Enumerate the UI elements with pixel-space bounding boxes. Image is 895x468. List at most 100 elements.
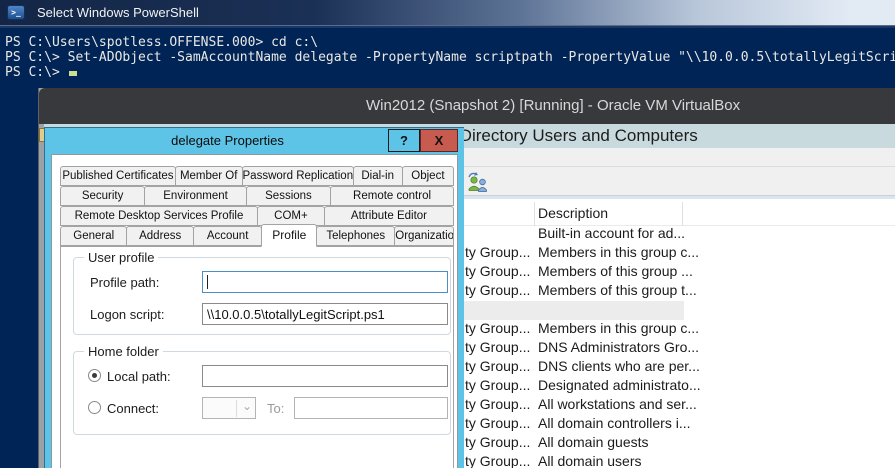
description-cell: Members of this group ... xyxy=(538,263,693,279)
list-item[interactable]: ty Group... All workstations and ser... xyxy=(462,396,895,415)
type-cell: ty Group... xyxy=(465,339,530,355)
tab-com-plus[interactable]: COM+ xyxy=(257,206,325,226)
list-item[interactable]: ty Group...All domain controllers i... xyxy=(462,415,895,434)
tab-security[interactable]: Security xyxy=(60,186,145,206)
tab-row-1: Published Certificates Member Of Passwor… xyxy=(60,166,454,186)
type-cell: ty Group... xyxy=(465,358,530,374)
type-cell: ty Group... xyxy=(465,377,530,393)
profile-tab-panel: User profile Profile path: Logon script:… xyxy=(60,246,454,468)
description-cell: All domain guests xyxy=(538,434,649,450)
description-cell: Built-in account for ad... xyxy=(538,225,685,241)
local-path-input[interactable] xyxy=(202,365,448,387)
to-label: To: xyxy=(267,401,284,416)
logon-script-input[interactable] xyxy=(202,303,448,325)
tab-password-replication[interactable]: Password Replication xyxy=(242,166,354,186)
tab-account[interactable]: Account xyxy=(193,226,262,246)
screen: >_ Select Windows PowerShell PS C:\Users… xyxy=(0,0,895,468)
description-cell: Members of this group t... xyxy=(538,282,697,298)
home-folder-legend: Home folder xyxy=(84,344,163,359)
type-cell: ty Group... xyxy=(465,244,530,260)
connect-to-input[interactable] xyxy=(294,397,448,419)
type-cell: ty Group... xyxy=(465,434,530,450)
description-cell: Designated administrato... xyxy=(538,377,701,393)
tab-published-certificates[interactable]: Published Certificates xyxy=(60,166,176,186)
tab-attribute-editor[interactable]: Attribute Editor xyxy=(324,206,454,226)
tab-row-4: General Address Account Profile Telephon… xyxy=(60,226,454,246)
console-line: PS C:\Users\spotless.OFFENSE.000> cd c:\ xyxy=(5,35,895,50)
list-column-headers[interactable]: Description xyxy=(462,202,895,226)
virtualbox-window-title: Win2012 (Snapshot 2) [Running] - Oracle … xyxy=(366,97,740,114)
dialog-tabs: Published Certificates Member Of Passwor… xyxy=(60,166,454,246)
local-path-radio[interactable] xyxy=(88,369,101,382)
virtualbox-titlebar[interactable]: Win2012 (Snapshot 2) [Running] - Oracle … xyxy=(39,88,895,124)
console-prompt: PS C:\> xyxy=(5,65,68,80)
list-item[interactable]: ty Group... Members of this group ... xyxy=(462,263,895,282)
profile-path-input[interactable] xyxy=(202,271,448,293)
description-column-header[interactable]: Description xyxy=(538,205,608,221)
home-folder-groupbox: Home folder Local path: Connect: ⌄ To: xyxy=(73,351,451,435)
help-button[interactable]: ? xyxy=(388,129,420,152)
console-line: PS C:\> Set-ADObject -SamAccountName del… xyxy=(5,50,895,65)
list-item[interactable]: ty Group... Designated administrato... xyxy=(462,377,895,396)
tab-general[interactable]: General xyxy=(60,226,127,246)
local-path-label: Local path: xyxy=(107,369,171,384)
console-cursor xyxy=(69,71,77,76)
question-icon: ? xyxy=(400,133,408,148)
type-cell: ty Group... xyxy=(465,320,530,336)
dialog-client-area: Published Certificates Member Of Passwor… xyxy=(51,154,458,468)
close-icon: X xyxy=(435,133,444,148)
description-cell: Members in this group c... xyxy=(538,320,699,336)
tab-row-3: Remote Desktop Services Profile COM+ Att… xyxy=(60,206,454,226)
description-cell: All domain controllers i... xyxy=(538,415,691,431)
tab-sessions[interactable]: Sessions xyxy=(246,186,331,206)
list-item-selected[interactable] xyxy=(462,301,895,320)
text-caret xyxy=(207,275,208,289)
tab-remote-desktop-services-profile[interactable]: Remote Desktop Services Profile xyxy=(60,206,258,226)
chevron-down-icon: ⌄ xyxy=(242,399,252,413)
description-cell: DNS Administrators Gro... xyxy=(538,339,699,355)
delegate-properties-dialog: delegate Properties ? X Published Certif… xyxy=(44,127,464,468)
description-cell: All domain users xyxy=(538,453,642,468)
tab-telephones[interactable]: Telephones xyxy=(316,226,395,246)
dialog-title: delegate Properties xyxy=(45,133,410,148)
list-item[interactable]: ty Group... DNS clients who are per... xyxy=(462,358,895,377)
list-item[interactable]: ty Group... DNS Administrators Gro... xyxy=(462,339,895,358)
type-cell: ty Group... xyxy=(465,282,530,298)
profile-path-label: Profile path: xyxy=(90,275,159,290)
tab-profile[interactable]: Profile xyxy=(261,224,317,247)
ad-window-title: ve Directory Users and Computers xyxy=(437,126,698,146)
tab-dial-in[interactable]: Dial-in xyxy=(353,166,403,186)
type-cell: ty Group... xyxy=(465,263,530,279)
tab-address[interactable]: Address xyxy=(126,226,193,246)
description-cell: All workstations and ser... xyxy=(538,396,697,412)
dropdown-separator xyxy=(236,400,237,417)
logon-script-label: Logon script: xyxy=(90,307,164,322)
console-prompt-line: PS C:\> xyxy=(5,65,895,80)
connect-radio[interactable] xyxy=(88,401,101,414)
tab-remote-control[interactable]: Remote control xyxy=(330,186,454,206)
type-cell: ty Group... xyxy=(465,453,530,468)
list-item[interactable]: ty Group... Members in this group c... xyxy=(462,320,895,339)
tab-environment[interactable]: Environment xyxy=(144,186,247,206)
list-item[interactable]: Built-in account for ad... xyxy=(462,225,895,244)
close-button[interactable]: X xyxy=(420,129,458,152)
user-profile-groupbox: User profile Profile path: Logon script: xyxy=(73,257,451,335)
list-item[interactable]: ty Group... All domain users xyxy=(462,453,895,468)
column-separator[interactable] xyxy=(534,202,535,226)
powershell-window-title: Select Windows PowerShell xyxy=(37,5,199,20)
tab-member-of[interactable]: Member Of xyxy=(175,166,243,186)
list-item[interactable]: ty Group... All domain guests xyxy=(462,434,895,453)
drive-letter-dropdown[interactable]: ⌄ xyxy=(202,397,256,419)
tab-object[interactable]: Object xyxy=(402,166,454,186)
tab-row-2: Security Environment Sessions Remote con… xyxy=(60,186,454,206)
column-separator[interactable] xyxy=(682,202,683,226)
list-item[interactable]: ty Group... Members of this group t... xyxy=(462,282,895,301)
powershell-icon: >_ xyxy=(7,5,25,20)
user-profile-legend: User profile xyxy=(84,250,158,265)
tab-organization[interactable]: Organization xyxy=(394,226,454,246)
ad-users-icon[interactable] xyxy=(467,171,491,192)
type-cell: ty Group... xyxy=(465,396,530,412)
description-cell: DNS clients who are per... xyxy=(538,358,700,374)
powershell-titlebar[interactable]: >_ Select Windows PowerShell xyxy=(0,0,895,26)
list-item[interactable]: ty Group...Members in this group c... xyxy=(462,244,895,263)
